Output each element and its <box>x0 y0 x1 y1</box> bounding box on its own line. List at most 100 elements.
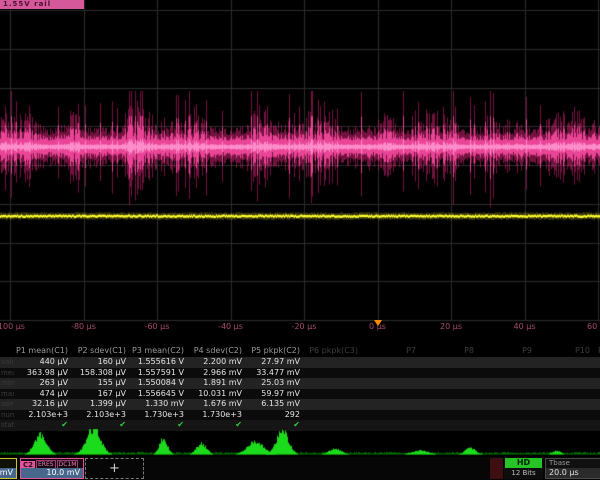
hd-mode-indicator[interactable]: HD 12 Bits <box>504 458 543 479</box>
measurement-value <box>420 410 478 421</box>
measurement-value: 263 µV <box>14 378 72 389</box>
measurement-value: 1.399 µV <box>72 399 130 410</box>
measurement-value <box>536 357 594 368</box>
add-trace-button[interactable]: + <box>85 458 144 479</box>
trigger-position-marker[interactable] <box>374 320 382 326</box>
c1-vdiv-value: 10.0 mV <box>0 468 16 478</box>
measurement-value: 1.556645 V <box>130 389 188 400</box>
measurement-value <box>594 410 600 421</box>
measurement-value: 155 µV <box>72 378 130 389</box>
measurement-value <box>478 378 536 389</box>
measurement-value <box>536 389 594 400</box>
time-axis-label: -20 µs <box>292 322 317 331</box>
parameter-header[interactable]: P9 <box>478 344 536 357</box>
histogram-canvas <box>0 429 600 457</box>
measurement-value <box>362 389 420 400</box>
measurement-value: 33.477 mV <box>246 368 304 379</box>
trace-label: 1.55V rail <box>0 0 84 9</box>
measurement-value <box>304 357 362 368</box>
measurement-value <box>304 399 362 410</box>
waveform-grid-canvas[interactable] <box>0 0 600 344</box>
time-axis-label: 60 µs <box>587 322 600 331</box>
measurement-value: 6.135 mV <box>246 399 304 410</box>
parameter-header[interactable]: P2 sdev(C1) <box>72 344 130 357</box>
row-label: sdev <box>0 399 14 410</box>
measurement-value: 167 µV <box>72 389 130 400</box>
measurement-value: 363.98 µV <box>14 368 72 379</box>
row-label: mean <box>0 368 14 379</box>
oscilloscope-screen: 1.55V rail -100 µs -80 µs -60 µs -40 µs -20 … <box>0 0 600 480</box>
measurement-value: 158.308 µV <box>72 368 130 379</box>
measurement-value: 1.730e+3 <box>130 410 188 421</box>
measurement-value: 2.103e+3 <box>72 410 130 421</box>
parameter-header[interactable]: P3 mean(C2) <box>130 344 188 357</box>
measurement-value: 59.97 mV <box>246 389 304 400</box>
time-axis: -100 µs-80 µs-60 µs-40 µs-20 µs0 µs20 µs… <box>0 320 600 334</box>
measure-table-row: value440 µV160 µV1.555616 V2.200 mV27.97… <box>0 357 600 368</box>
measurement-value <box>594 378 600 389</box>
measurement-value: 1.730e+3 <box>188 410 246 421</box>
measurement-value <box>304 368 362 379</box>
channel-c2-descriptor[interactable]: C2 ERES DC1M 10.0 mV <box>20 458 84 479</box>
measurement-value: 10.031 mV <box>188 389 246 400</box>
c2-vdiv-value: 10.0 mV <box>21 468 83 478</box>
measurement-value: 1.891 mV <box>188 378 246 389</box>
hd-badge: HD <box>505 458 542 468</box>
measurement-value <box>362 410 420 421</box>
measurement-value: 160 µV <box>72 357 130 368</box>
measurement-value <box>478 357 536 368</box>
parameter-header[interactable]: P1 mean(C1) <box>14 344 72 357</box>
measurement-value <box>536 399 594 410</box>
measurement-value <box>304 410 362 421</box>
row-label: num <box>0 410 14 421</box>
time-axis-label: -60 µs <box>145 322 170 331</box>
parameter-header[interactable]: P10 <box>536 344 594 357</box>
measurement-value: 1.550084 V <box>130 378 188 389</box>
parameter-header[interactable]: P8 <box>420 344 478 357</box>
parameter-header[interactable]: P7 <box>362 344 420 357</box>
measurement-value: 1.557591 V <box>130 368 188 379</box>
parameter-header[interactable]: P4 sdev(C2) <box>188 344 246 357</box>
measurement-value <box>594 399 600 410</box>
parameter-header[interactable]: P6 pkpk(C3) <box>304 344 362 357</box>
measurement-value <box>478 389 536 400</box>
channel-c1-descriptor[interactable]: C1 DC1M 10.0 mV <box>0 458 18 479</box>
measure-table-row: min263 µV155 µV1.550084 V1.891 mV25.03 m… <box>0 378 600 389</box>
tbase-label: Tbase <box>546 459 600 468</box>
time-axis-label: 40 µs <box>514 322 536 331</box>
measurement-value: 1.676 mV <box>188 399 246 410</box>
measurement-value <box>594 357 600 368</box>
row-label: min <box>0 378 14 389</box>
measurement-value <box>536 378 594 389</box>
time-axis-label: 20 µs <box>440 322 462 331</box>
measurement-value <box>478 368 536 379</box>
measurement-value <box>420 357 478 368</box>
measurement-value <box>594 368 600 379</box>
measurement-value: 2.200 mV <box>188 357 246 368</box>
measurement-value: 25.03 mV <box>246 378 304 389</box>
measurement-value: 292 <box>246 410 304 421</box>
measure-table-row: sdev32.16 µV1.399 µV1.330 mV1.676 mV6.13… <box>0 399 600 410</box>
timebase-descriptor[interactable]: Tbase 20.0 µs <box>545 458 600 479</box>
measure-table: P1 mean(C1)P2 sdev(C1)P3 mean(C2)P4 sdev… <box>0 344 600 431</box>
measurement-value: 440 µV <box>14 357 72 368</box>
measurement-value <box>478 410 536 421</box>
parameter-header[interactable]: P11 <box>594 344 600 357</box>
measurement-value <box>362 357 420 368</box>
row-label <box>0 344 14 357</box>
time-axis-label: -40 µs <box>218 322 243 331</box>
c1-descriptor-box: C1 DC1M 10.0 mV <box>0 458 17 479</box>
measurement-value <box>304 378 362 389</box>
measure-table-row: mean363.98 µV158.308 µV1.557591 V2.966 m… <box>0 368 600 379</box>
measure-table-row: max474 µV167 µV1.556645 V10.031 mV59.97 … <box>0 389 600 400</box>
measure-table-row: num2.103e+32.103e+31.730e+31.730e+3292 <box>0 410 600 421</box>
measure-table-header-row: P1 mean(C1)P2 sdev(C1)P3 mean(C2)P4 sdev… <box>0 344 600 357</box>
time-axis-label: -100 µs <box>0 322 25 331</box>
measurement-value <box>362 378 420 389</box>
time-axis-label: -80 µs <box>71 322 96 331</box>
measurement-value <box>536 368 594 379</box>
measurement-value <box>478 399 536 410</box>
measurement-value: 2.966 mV <box>188 368 246 379</box>
measurement-value: 32.16 µV <box>14 399 72 410</box>
parameter-header[interactable]: P5 pkpk(C2) <box>246 344 304 357</box>
